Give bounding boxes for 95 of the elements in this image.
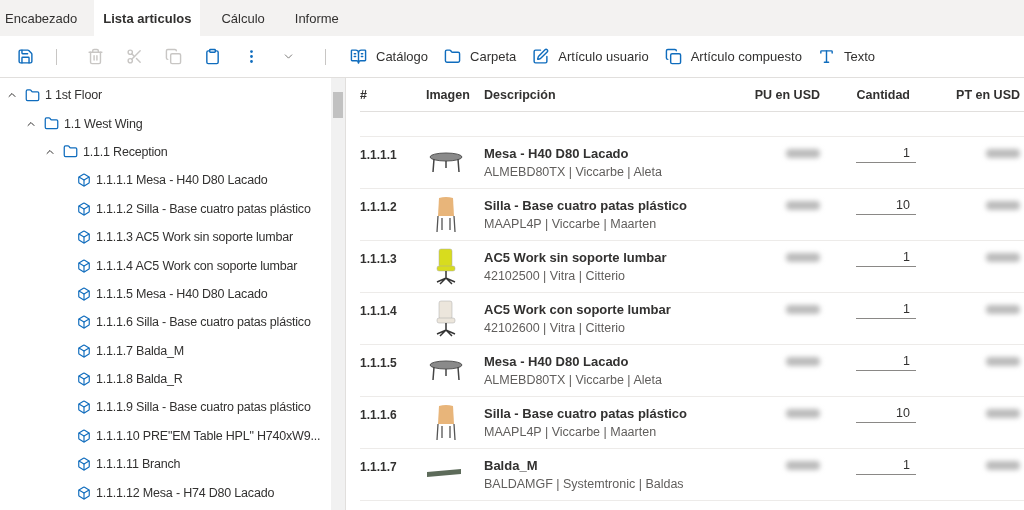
column-header: PT en USD [955,87,1021,102]
item-title: Mesa - H40 D80 Lacado [484,146,630,161]
clipboard-icon[interactable] [204,48,221,65]
column-header: Cantidad [855,87,911,102]
row-number: 1.1.1.6 [360,407,398,422]
tree-item[interactable]: 1.1.1.8 Balda_R [96,372,183,387]
column-header: PU en USD [753,87,821,102]
folder-icon [44,116,59,132]
item-title: AC5 Work sin soporte lumbar [484,250,668,265]
cube-icon [77,173,91,188]
item-title: Mesa - H40 D80 Lacado [484,354,630,369]
blurred-price [786,357,820,366]
row-number: 1.1.1.2 [360,199,398,214]
item-title: Silla - Base cuatro patas plástico [484,406,689,421]
cube-icon [77,428,91,443]
tree-item[interactable]: 1.1.1.2 Silla - Base cuatro patas plástico [96,201,311,216]
column-header: Descripción [484,87,557,102]
quantity-field[interactable]: 1 [856,302,916,319]
folder-icon [444,48,462,65]
toolbar-button[interactable]: Carpeta [444,48,517,65]
blurred-price [786,253,820,262]
column-header: # [360,87,368,102]
row-number: 1.1.1.4 [360,303,398,318]
cube-icon [77,258,91,273]
folder-icon [25,87,40,103]
text-icon [817,48,835,65]
toolbar-button[interactable]: Artículo compuesto [664,48,802,65]
quantity-field[interactable]: 1 [856,146,916,163]
row-number: 1.1.1.5 [360,355,398,370]
tree-item[interactable]: 1.1.1.12 Mesa - H74 D80 Lacado [96,485,275,500]
blurred-price [986,253,1020,262]
blurred-price [786,409,820,418]
item-title: Balda_M [484,458,539,473]
item-details: ALMEBD80TX | Viccarbe | Aleta [484,373,663,387]
cube-icon [77,457,91,472]
tree-item[interactable]: 1.1.1.7 Balda_M [96,343,185,358]
tree-item[interactable]: 1.1.1.1 Mesa - H40 D80 Lacado [96,173,268,188]
cube-icon [77,485,91,500]
tree-item[interactable]: 1.1.1.9 Silla - Base cuatro patas plástico [96,400,311,415]
tree-item[interactable]: 1.1.1.10 PRE"EM Table HPL" H740xW9... [96,428,321,443]
cube-icon [77,201,91,216]
item-details: 42102600 | Vitra | Citterio [484,321,627,335]
cube-icon [77,400,91,415]
tree-item[interactable]: 1.1.1 Reception [83,144,168,159]
blurred-price [986,201,1020,210]
item-details: BALDAMGF | Systemtronic | Baldas [484,477,685,491]
column-header: Imagen [426,87,471,102]
cube-icon [77,315,91,330]
catalog-icon [350,48,367,65]
toolbar-button[interactable]: Catálogo [350,48,429,65]
blurred-price [986,357,1020,366]
tree-item[interactable]: 1.1.1.11 Branch [96,457,181,472]
tree-item[interactable]: 1.1.1.3 AC5 Work sin soporte lumbar [96,230,294,245]
copy-icon [664,48,682,65]
blurred-price [786,149,820,158]
tab[interactable]: Lista articulos [94,0,201,36]
item-title: Silla - Base cuatro patas plástico [484,198,689,213]
blurred-price [786,305,820,314]
row-number: 1.1.1.7 [360,459,398,474]
item-title: AC5 Work con soporte lumbar [484,302,672,317]
quantity-field[interactable]: 1 [856,250,916,267]
tree-item[interactable]: 1.1 West Wing [64,116,143,131]
cube-icon [77,286,91,301]
tab[interactable]: Informe [285,0,348,36]
blurred-price [986,409,1020,418]
blurred-price [786,201,820,210]
blurred-price [786,461,820,470]
row-number: 1.1.1.1 [360,147,398,162]
blurred-price [986,461,1020,470]
tab[interactable]: Cálculo [212,0,274,36]
folder-icon [63,144,78,160]
item-details: MAAPL4P | Viccarbe | Maarten [484,425,658,439]
cube-icon [77,343,91,358]
quantity-field[interactable]: 10 [856,406,916,423]
row-number: 1.1.1.3 [360,251,398,266]
save-icon[interactable] [17,48,34,65]
tree-item[interactable]: 1.1.1.6 Silla - Base cuatro patas plástico [96,315,311,330]
tree-item[interactable]: 1.1.1.4 AC5 Work con soporte lumbar [96,258,298,273]
quantity-field[interactable]: 10 [856,198,916,215]
toolbar-button[interactable]: Texto [817,48,875,65]
tree-item[interactable]: 1 1st Floor [45,88,102,103]
scrollbar[interactable] [331,78,345,510]
tab[interactable]: Encabezado [0,0,83,36]
cube-icon [77,372,91,387]
quantity-field[interactable]: 1 [856,458,916,475]
edit-icon [532,48,550,65]
quantity-field[interactable]: 1 [856,354,916,371]
cube-icon [77,230,91,245]
item-details: MAAPL4P | Viccarbe | Maarten [484,217,658,231]
toolbar-button[interactable]: Artículo usuario [532,48,649,65]
item-details: ALMEBD80TX | Viccarbe | Aleta [484,165,663,179]
blurred-price [986,305,1020,314]
tree-item[interactable]: 1.1.1.5 Mesa - H40 D80 Lacado [96,286,268,301]
item-details: 42102500 | Vitra | Citterio [484,269,627,283]
blurred-price [986,149,1020,158]
